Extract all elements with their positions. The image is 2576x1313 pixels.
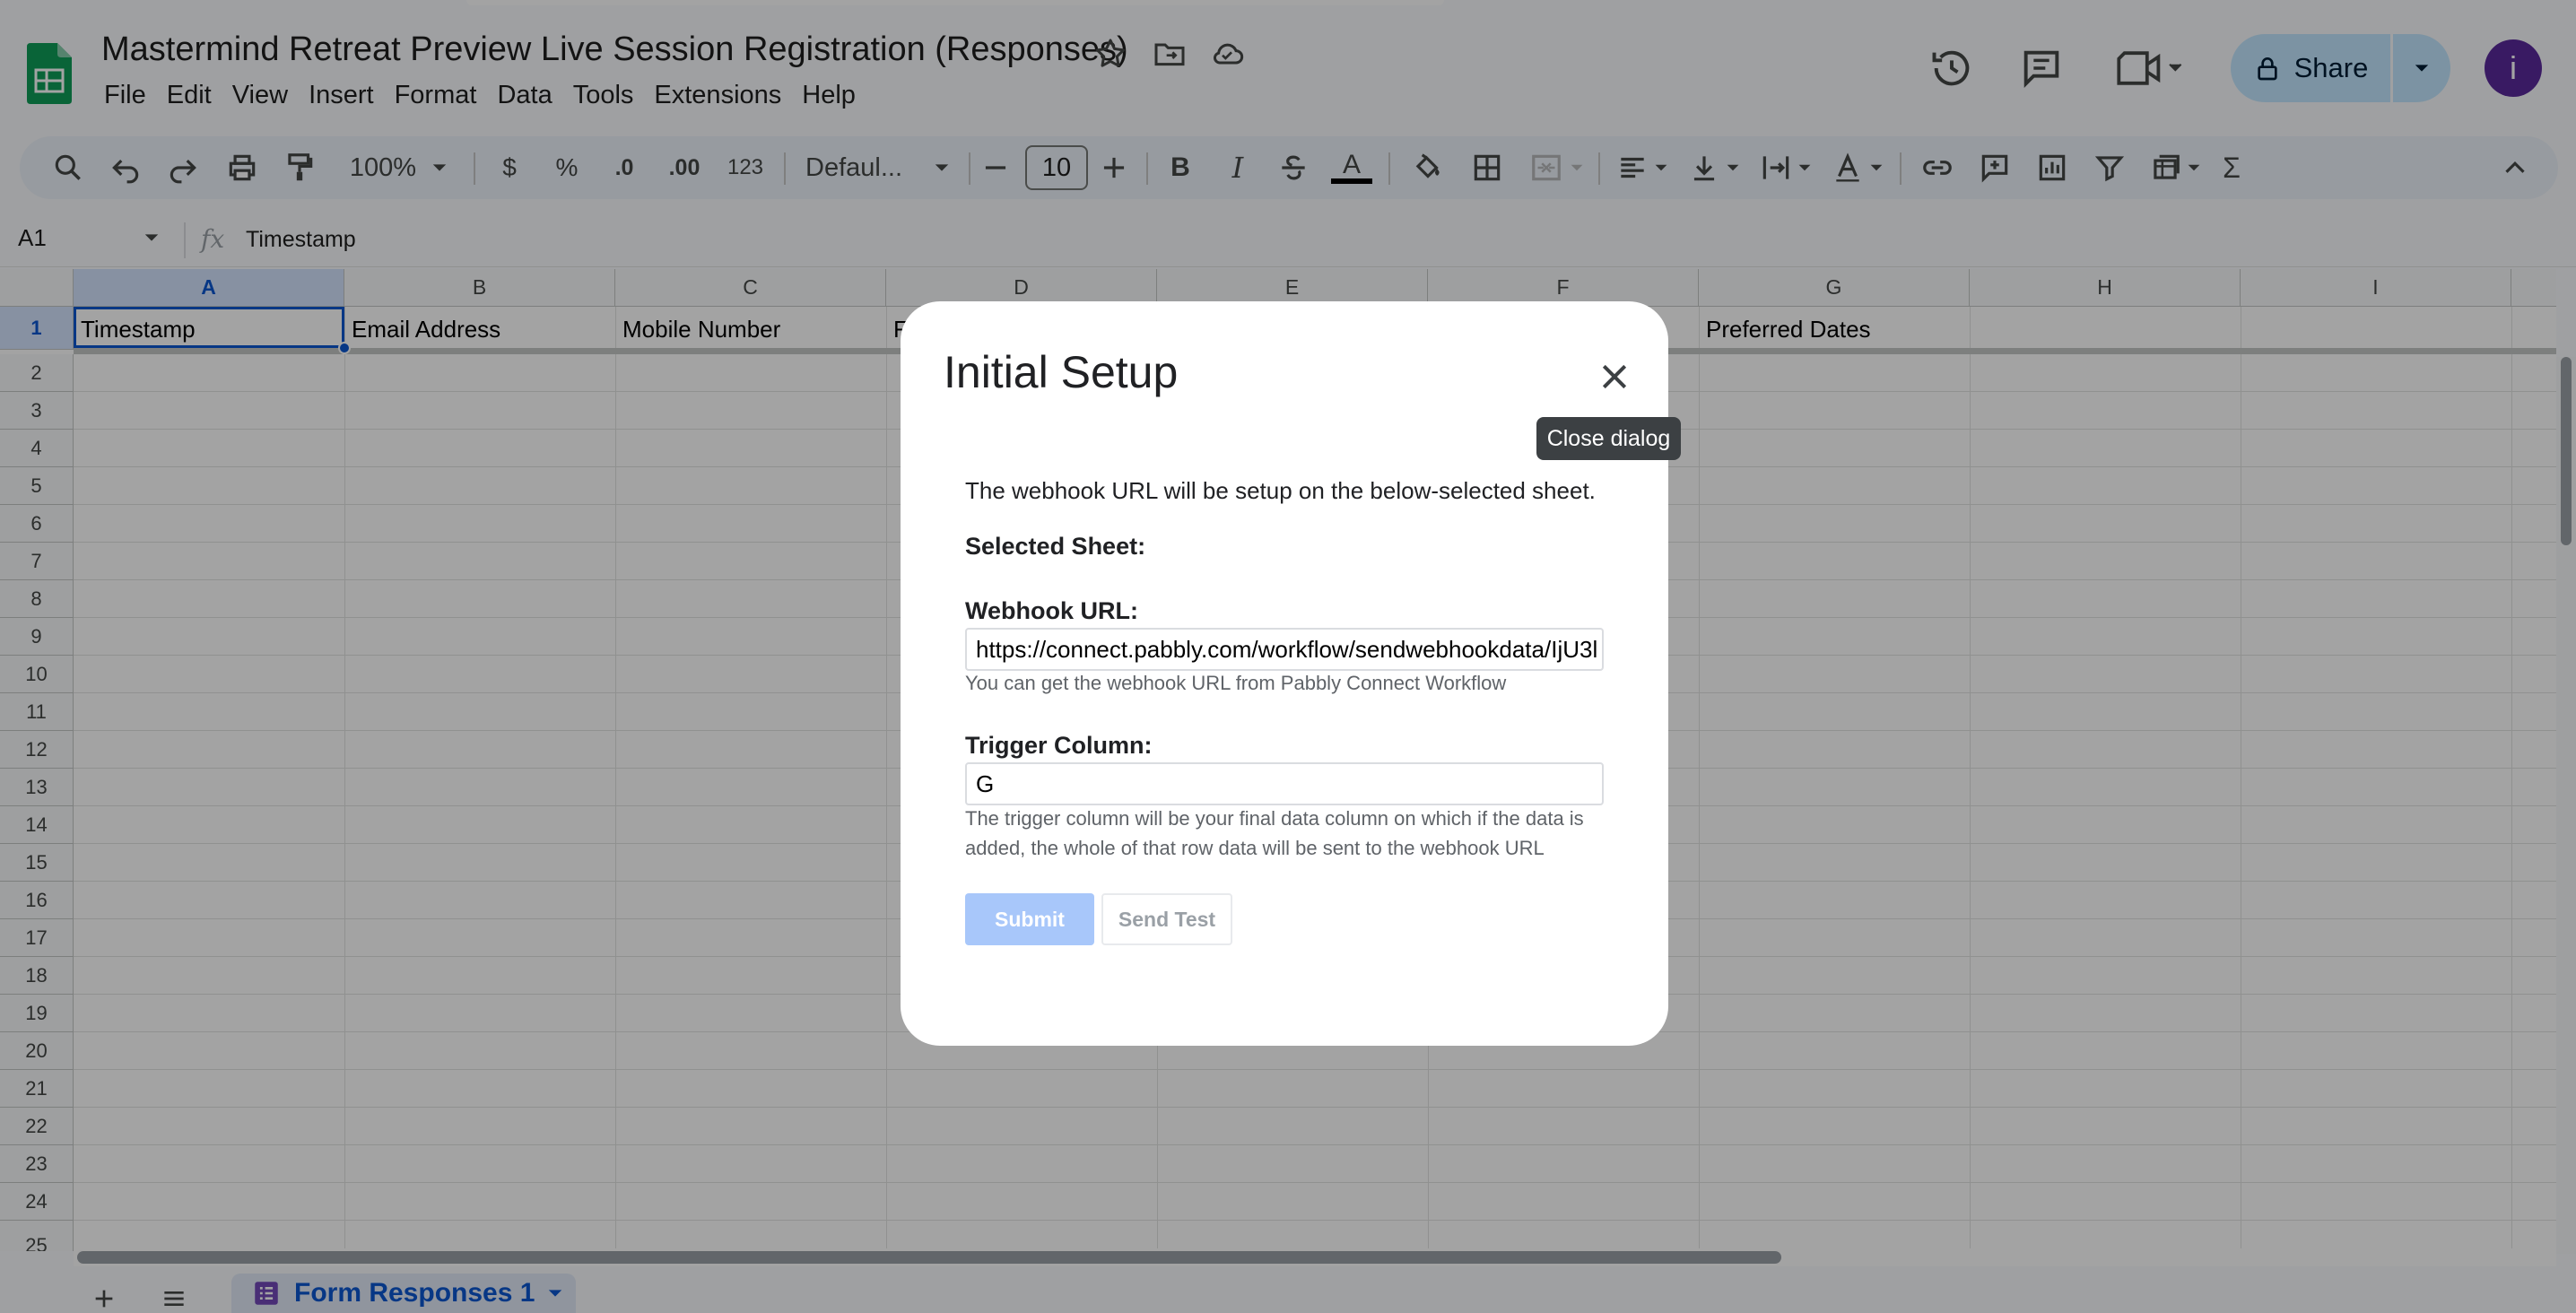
dialog-title: Initial Setup xyxy=(944,347,1179,397)
trigger-column-help: The trigger column will be your final da… xyxy=(965,807,1584,859)
dialog-intro-text: The webhook URL will be setup on the bel… xyxy=(965,477,1596,504)
submit-button[interactable]: Submit xyxy=(965,893,1094,945)
trigger-column-label: Trigger Column: xyxy=(965,732,1153,759)
trigger-column-input[interactable]: G xyxy=(965,762,1604,805)
close-icon xyxy=(1602,364,1627,389)
webhook-url-label: Webhook URL: xyxy=(965,597,1138,624)
selected-sheet-label: Selected Sheet: xyxy=(965,533,1146,560)
close-dialog-tooltip: Close dialog xyxy=(1536,417,1681,460)
webhook-url-input[interactable]: https://connect.pabbly.com/workflow/send… xyxy=(965,628,1604,671)
webhook-url-help: You can get the webhook URL from Pabbly … xyxy=(965,672,1507,694)
send-test-button[interactable]: Send Test xyxy=(1101,893,1232,945)
initial-setup-dialog: Initial Setup The webhook URL will be se… xyxy=(901,301,1668,1046)
close-dialog-button[interactable] xyxy=(1591,353,1638,400)
